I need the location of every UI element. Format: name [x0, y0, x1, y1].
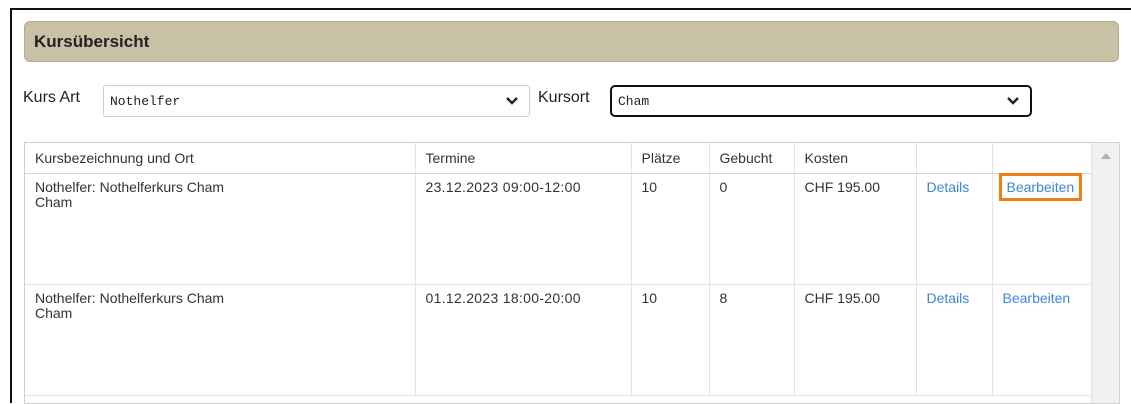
cell-edit: Bearbeiten — [992, 173, 1093, 285]
kursort-select[interactable]: Cham — [610, 85, 1032, 117]
cell-kosten: CHF 195.00 — [794, 173, 917, 285]
col-header-name[interactable]: Kursbezeichnung und Ort — [25, 143, 416, 174]
course-place: Cham — [35, 194, 73, 210]
cell-gebucht: 0 — [709, 173, 795, 285]
col-header-gebucht[interactable]: Gebucht — [709, 143, 795, 174]
cell-details: Details — [916, 284, 993, 396]
course-table: Kursbezeichnung und Ort Termine Plätze G… — [25, 143, 1093, 396]
course-place: Cham — [35, 305, 73, 321]
details-link[interactable]: Details — [927, 179, 970, 195]
col-header-edit — [992, 143, 1093, 174]
col-header-kosten[interactable]: Kosten — [794, 143, 917, 174]
cell-name: Nothelfer: Nothelferkurs Cham Cham — [25, 284, 416, 396]
course-name: Nothelfer: Nothelferkurs Cham — [35, 179, 225, 195]
scroll-up-icon[interactable] — [1101, 153, 1111, 159]
cell-details: Details — [916, 173, 993, 285]
table-header-row: Kursbezeichnung und Ort Termine Plätze G… — [25, 143, 1093, 174]
kursart-select[interactable]: Nothelfer — [103, 85, 530, 117]
bearbeiten-link[interactable]: Bearbeiten — [1003, 290, 1071, 306]
col-header-plaetze[interactable]: Plätze — [631, 143, 710, 174]
panel-title: Kursübersicht — [24, 21, 1119, 62]
cell-kosten: CHF 195.00 — [794, 284, 917, 396]
cell-plaetze: 10 — [631, 173, 710, 285]
cell-plaetze: 10 — [631, 284, 710, 396]
kursart-label: Kurs Art — [23, 89, 80, 106]
table-row: Nothelfer: Nothelferkurs Cham Cham 23.12… — [25, 173, 1093, 285]
cell-edit: Bearbeiten — [992, 284, 1093, 396]
table-row: Nothelfer: Nothelferkurs Cham Cham 01.12… — [25, 284, 1093, 396]
cell-termin: 01.12.2023 18:00-20:00 — [415, 284, 632, 396]
cell-gebucht: 8 — [709, 284, 795, 396]
bearbeiten-link[interactable]: Bearbeiten — [998, 173, 1083, 201]
vertical-scrollbar[interactable] — [1091, 143, 1119, 403]
col-header-details — [916, 143, 993, 174]
col-header-termine[interactable]: Termine — [415, 143, 632, 174]
chevron-down-icon — [1007, 97, 1019, 105]
chevron-down-icon — [506, 97, 518, 105]
kursort-label: Kursort — [538, 89, 590, 106]
details-link[interactable]: Details — [927, 290, 970, 306]
course-name: Nothelfer: Nothelferkurs Cham — [35, 290, 225, 306]
cell-termin: 23.12.2023 09:00-12:00 — [415, 173, 632, 285]
cell-name: Nothelfer: Nothelferkurs Cham Cham — [25, 173, 416, 285]
kursart-value: Nothelfer — [110, 93, 181, 109]
course-table-container: Kursbezeichnung und Ort Termine Plätze G… — [24, 142, 1120, 404]
kursort-value: Cham — [618, 93, 650, 109]
